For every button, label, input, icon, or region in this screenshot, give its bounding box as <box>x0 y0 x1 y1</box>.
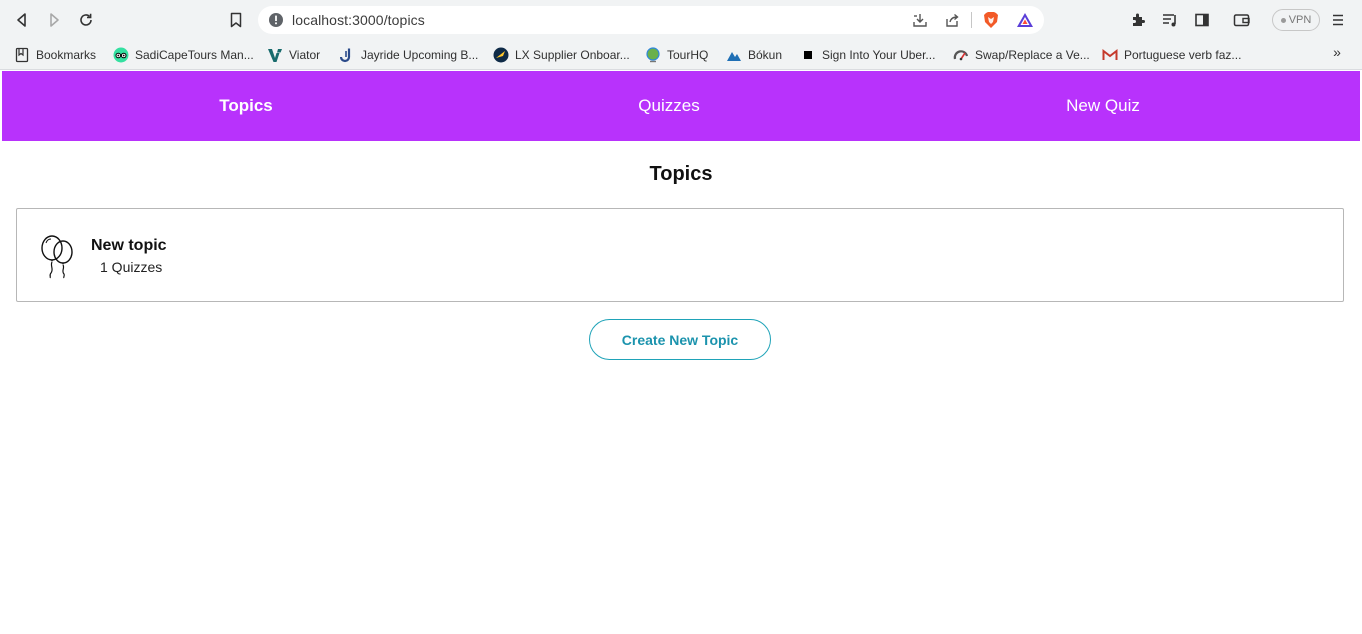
bookmark-item[interactable]: Jayride Upcoming B... <box>339 44 478 66</box>
bookmark-page-icon[interactable] <box>226 10 246 30</box>
forward-icon[interactable] <box>44 10 64 30</box>
back-icon[interactable] <box>12 10 32 30</box>
url-text[interactable]: localhost:3000/topics <box>292 12 425 28</box>
jayride-icon <box>339 47 355 63</box>
nav-quizzes-link[interactable]: Quizzes <box>638 95 699 117</box>
bookmark-label: TourHQ <box>667 48 709 62</box>
extensions-icon[interactable] <box>1128 10 1148 30</box>
wallet-icon[interactable] <box>1232 10 1252 30</box>
bookmark-label: Swap/Replace a Ve... <box>975 48 1090 62</box>
bookmark-item[interactable]: SadiCapeTours Man... <box>113 44 254 66</box>
nav-new-quiz-link[interactable]: New Quiz <box>1066 95 1140 117</box>
bookmark-label: Sign Into Your Uber... <box>822 48 936 62</box>
lx-icon <box>493 47 509 63</box>
create-new-topic-button[interactable]: Create New Topic <box>589 319 771 360</box>
gmail-icon <box>1102 47 1118 63</box>
bookmark-item[interactable]: Swap/Replace a Ve... <box>953 44 1090 66</box>
install-app-icon[interactable] <box>911 11 929 29</box>
swap-icon <box>953 47 969 63</box>
bookmarks-bar: Bookmarks SadiCapeTours Man... Viator Ja… <box>0 40 1362 70</box>
tourhq-icon <box>645 47 661 63</box>
page-title: Topics <box>649 163 713 185</box>
bookmark-item[interactable]: Viator <box>267 44 320 66</box>
tripadvisor-icon <box>113 47 129 63</box>
vpn-button[interactable]: VPN <box>1272 9 1320 31</box>
bookmark-item[interactable]: LX Supplier Onboar... <box>493 44 630 66</box>
vpn-label: VPN <box>1288 14 1312 26</box>
bookmark-label: LX Supplier Onboar... <box>515 48 630 62</box>
app-viewport: Topics Quizzes New Quiz Topics New topic… <box>2 71 1360 634</box>
top-nav: Topics Quizzes New Quiz <box>2 71 1360 141</box>
uber-icon <box>800 47 816 63</box>
playlist-icon[interactable] <box>1160 10 1180 30</box>
topic-quiz-count: 1 Quizzes <box>100 259 163 275</box>
address-bar[interactable]: localhost:3000/topics <box>258 6 1044 34</box>
bookmarks-overflow-button[interactable]: » <box>1328 44 1346 64</box>
bookmark-item[interactable]: Bókun <box>726 44 782 66</box>
bookmark-label: SadiCapeTours Man... <box>135 48 254 62</box>
bookmark-item[interactable]: TourHQ <box>645 44 708 66</box>
share-icon[interactable] <box>943 11 961 29</box>
brave-rewards-icon[interactable] <box>1016 11 1034 29</box>
bookmark-label: Bókun <box>748 48 783 62</box>
sidebar-icon[interactable] <box>1192 10 1212 30</box>
topic-card[interactable]: New topic 1 Quizzes <box>16 208 1344 302</box>
bookmark-label: Bookmarks <box>36 48 97 62</box>
site-info-icon[interactable] <box>268 12 284 28</box>
menu-icon[interactable] <box>1328 10 1348 30</box>
nav-topics-link[interactable]: Topics <box>219 95 273 117</box>
bookmark-label: Jayride Upcoming B... <box>361 48 479 62</box>
reload-icon[interactable] <box>76 10 96 30</box>
bokun-icon <box>726 47 742 63</box>
bookmark-label: Portuguese verb faz... <box>1124 48 1242 62</box>
bookmarks-folder-icon <box>14 47 30 63</box>
bookmark-label: Viator <box>289 48 321 62</box>
balloons-icon <box>39 235 77 279</box>
browser-toolbar: localhost:3000/topics VPN <box>0 0 1362 40</box>
omnibox-separator <box>971 12 972 28</box>
bookmark-item[interactable]: Bookmarks <box>14 44 96 66</box>
bookmark-item[interactable]: Sign Into Your Uber... <box>800 44 935 66</box>
bookmark-item[interactable]: Portuguese verb faz... <box>1102 44 1241 66</box>
viator-icon <box>267 47 283 63</box>
topic-name[interactable]: New topic <box>91 237 167 255</box>
vpn-status-dot <box>1280 17 1286 23</box>
brave-shields-icon[interactable] <box>982 11 1000 29</box>
